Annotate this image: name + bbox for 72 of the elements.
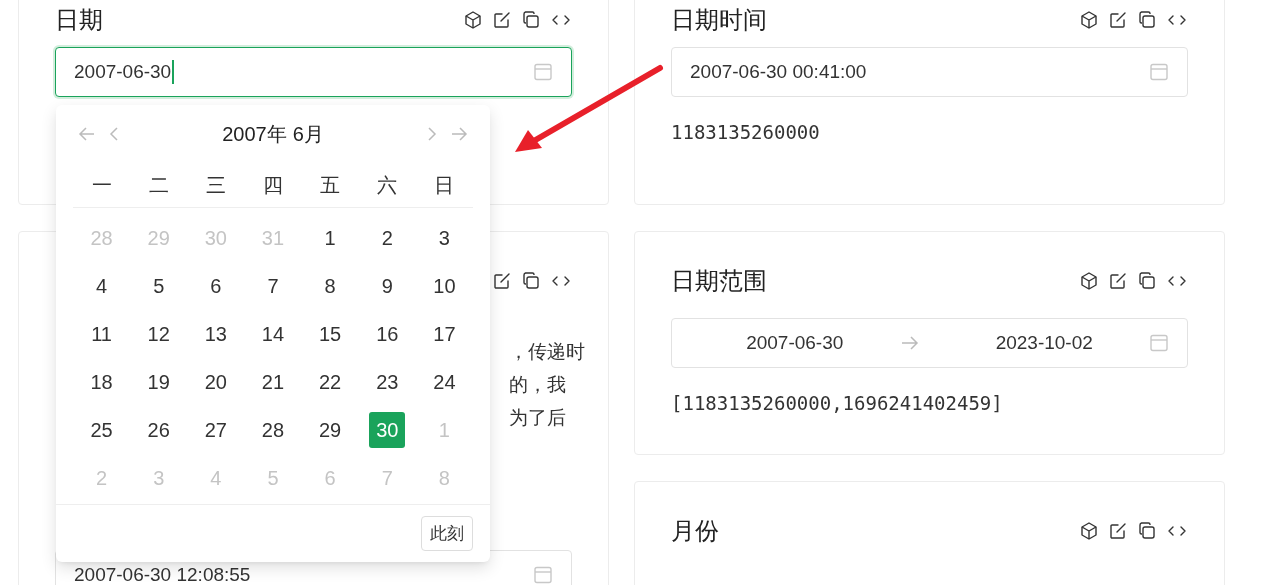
date-range-field[interactable]: 2007-06-30 2023-10-02	[671, 318, 1188, 368]
calendar-day[interactable]: 17	[426, 316, 463, 352]
edit-icon[interactable]	[492, 271, 512, 291]
calendar-day[interactable]: 19	[140, 364, 177, 400]
value-output: [1183135260000,1696241402459]	[671, 392, 1004, 414]
calendar-day[interactable]: 14	[255, 316, 291, 352]
description-text: 的，我	[509, 373, 566, 397]
calendar-day[interactable]: 10	[426, 268, 463, 304]
date-input-field[interactable]: 2007-06-30 00:41:00	[671, 47, 1188, 97]
edit-icon[interactable]	[492, 10, 512, 30]
copy-icon[interactable]	[1137, 521, 1157, 541]
card-title: 日期范围	[671, 266, 767, 296]
copy-icon[interactable]	[1137, 271, 1157, 291]
edit-icon[interactable]	[1108, 521, 1128, 541]
calendar-day[interactable]: 23	[369, 364, 406, 400]
calendar-day[interactable]: 28	[255, 412, 291, 448]
field-value: 2007-06-30	[74, 61, 172, 83]
calendar-day[interactable]: 24	[426, 364, 463, 400]
copy-icon[interactable]	[521, 271, 541, 291]
calendar-day[interactable]: 8	[312, 268, 349, 304]
cube-icon[interactable]	[1079, 521, 1099, 541]
now-button[interactable]: 此刻	[421, 516, 473, 551]
month-label[interactable]: 6月	[292, 120, 324, 148]
calendar-day[interactable]: 1	[312, 220, 349, 256]
calendar-day[interactable]: 3	[426, 220, 463, 256]
cube-icon[interactable]	[1079, 10, 1099, 30]
calendar-day[interactable]: 7	[255, 268, 291, 304]
calendar-day[interactable]: 29	[312, 412, 349, 448]
weekday-label: 日	[434, 172, 455, 198]
text-cursor	[172, 60, 175, 84]
calendar-day[interactable]: 13	[197, 316, 234, 352]
calendar-day[interactable]: 9	[369, 268, 406, 304]
weekday-label: 五	[320, 172, 341, 198]
calendar-day[interactable]: 12	[140, 316, 177, 352]
copy-icon[interactable]	[521, 10, 541, 30]
edit-icon[interactable]	[1108, 10, 1128, 30]
copy-icon[interactable]	[1137, 10, 1157, 30]
calendar-day[interactable]: 6	[197, 268, 234, 304]
edit-icon[interactable]	[1108, 271, 1128, 291]
calendar-day[interactable]: 20	[197, 364, 234, 400]
calendar-day[interactable]: 16	[369, 316, 406, 352]
cube-icon[interactable]	[463, 10, 483, 30]
range-start: 2007-06-30	[745, 332, 845, 354]
calendar-day[interactable]: 22	[312, 364, 349, 400]
description-text: ，传递时	[509, 340, 585, 364]
weekday-label: 四	[263, 172, 283, 198]
card-title: 月份	[671, 516, 719, 546]
calendar-day[interactable]: 27	[197, 412, 234, 448]
description-text: 为了后	[509, 406, 566, 430]
arrow-right-icon	[899, 335, 920, 351]
weekday-label: 六	[377, 172, 398, 198]
calendar-day[interactable]: 4	[83, 268, 120, 304]
weekday-label: 三	[205, 172, 226, 198]
field-value: 2007-06-30 12:08:55	[74, 564, 251, 585]
card-title: 日期	[55, 5, 103, 35]
calendar-day[interactable]: 26	[140, 412, 177, 448]
weekday-label: 二	[148, 172, 169, 198]
year-label[interactable]: 2007年	[222, 120, 287, 148]
card-title: 日期时间	[671, 5, 767, 35]
calendar-day[interactable]: 11	[83, 316, 120, 352]
calendar-day[interactable]: 25	[83, 412, 120, 448]
weekday-label: 一	[91, 172, 112, 198]
calendar-day[interactable]: 18	[83, 364, 120, 400]
cube-icon[interactable]	[1079, 271, 1099, 291]
field-value: 2007-06-30 00:41:00	[690, 61, 867, 83]
date-input-field[interactable]: 2007-06-30	[55, 47, 572, 97]
calendar-day[interactable]: 15	[312, 316, 349, 352]
calendar-day[interactable]: 5	[140, 268, 177, 304]
value-output: 1183135260000	[671, 121, 821, 143]
range-end: 2023-10-02	[994, 332, 1094, 354]
calendar-day[interactable]: 21	[255, 364, 291, 400]
calendar-day[interactable]: 2	[369, 220, 406, 256]
